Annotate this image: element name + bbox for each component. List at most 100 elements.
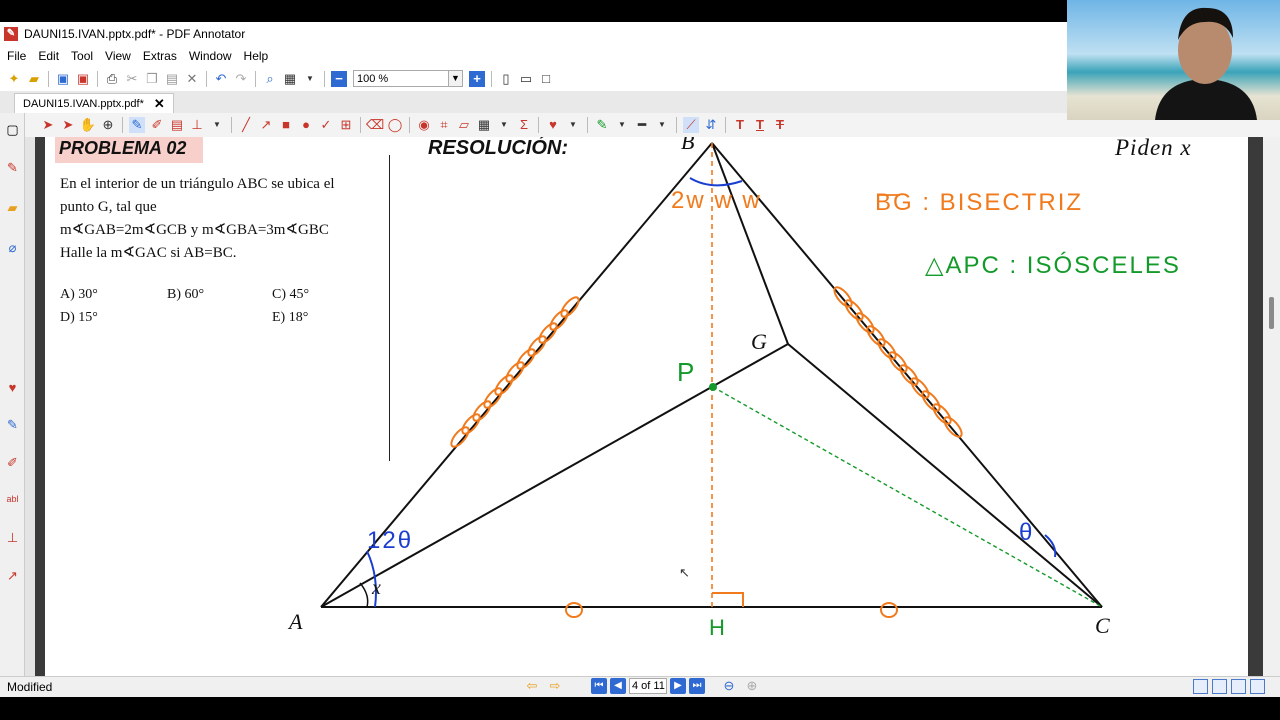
- folder-icon[interactable]: ▰: [4, 199, 21, 216]
- first-page-icon[interactable]: ⏮: [591, 678, 607, 694]
- menu-help[interactable]: Help: [244, 49, 269, 63]
- single-page-view-icon[interactable]: [1193, 679, 1208, 694]
- delete-icon[interactable]: ✕: [184, 71, 200, 87]
- forward-icon[interactable]: ⇨: [547, 678, 563, 694]
- menu-file[interactable]: File: [7, 49, 26, 63]
- pdf-page[interactable]: PROBLEMA 02 En el interior de un triángu…: [45, 137, 1248, 676]
- pen-tool-icon[interactable]: ✎: [129, 117, 145, 133]
- cut-icon[interactable]: ✂: [124, 71, 140, 87]
- redo-icon[interactable]: ↷: [233, 71, 249, 87]
- document-tab[interactable]: DAUNI15.IVAN.pptx.pdf* ✕: [14, 93, 174, 113]
- triangle-figure: [320, 142, 1103, 618]
- page-setup-icon[interactable]: ▦: [282, 71, 298, 87]
- rectangle-tool-icon[interactable]: ■: [278, 117, 294, 133]
- check-tool-icon[interactable]: ✓: [318, 117, 334, 133]
- toolbar-separator: [324, 70, 325, 87]
- two-page-view-icon[interactable]: [1231, 679, 1246, 694]
- select-page-icon[interactable]: ▢: [4, 121, 21, 138]
- text-strike-icon[interactable]: T: [772, 117, 788, 133]
- image-icon[interactable]: ▦: [476, 117, 492, 133]
- print-icon[interactable]: ⎙: [104, 71, 120, 87]
- stamp-icon[interactable]: ⊥: [189, 117, 205, 133]
- page-number-field[interactable]: 4 of 11: [629, 678, 667, 694]
- dropdown-icon[interactable]: ▼: [209, 117, 225, 133]
- scrollbar-thumb[interactable]: [1269, 297, 1274, 329]
- menu-window[interactable]: Window: [189, 49, 232, 63]
- zoom-tool-icon[interactable]: ⊕: [100, 117, 116, 133]
- attachment-icon[interactable]: ⌀: [4, 239, 21, 256]
- copy-icon[interactable]: ❐: [144, 71, 160, 87]
- previous-page-icon[interactable]: ◀: [610, 678, 626, 694]
- lasso-icon[interactable]: ◯: [387, 117, 403, 133]
- line-tool-icon[interactable]: ╱: [238, 117, 254, 133]
- sigma-icon[interactable]: Σ: [516, 117, 532, 133]
- dropdown-icon[interactable]: ▼: [496, 117, 512, 133]
- find-icon[interactable]: ⌕: [262, 71, 278, 87]
- undo-icon[interactable]: ↶: [213, 71, 229, 87]
- text-underline-icon[interactable]: T: [752, 117, 768, 133]
- zoom-select[interactable]: 100 % ▼: [353, 70, 463, 87]
- text-box-icon[interactable]: abl: [4, 491, 21, 508]
- arrow-tool-icon[interactable]: ↗: [258, 117, 274, 133]
- text-insert-icon[interactable]: T: [732, 117, 748, 133]
- stamp-icon[interactable]: ⊥: [4, 529, 21, 546]
- marker-icon[interactable]: ✐: [4, 454, 21, 471]
- page-gutter: [25, 137, 35, 676]
- toolbar-separator: [538, 117, 539, 133]
- close-tab-icon[interactable]: ✕: [154, 96, 165, 112]
- marker-tool-icon[interactable]: ✐: [149, 117, 165, 133]
- favorites-heart-icon[interactable]: ♥: [545, 117, 561, 133]
- dropdown-icon[interactable]: ▼: [565, 117, 581, 133]
- pen-color-icon[interactable]: ✎: [594, 117, 610, 133]
- hand-tool-icon[interactable]: ✋: [80, 117, 96, 133]
- open-icon[interactable]: ▰: [26, 71, 42, 87]
- measure-tool-icon[interactable]: ⊞: [338, 117, 354, 133]
- history-forward-icon[interactable]: ⊕: [744, 678, 760, 694]
- menu-tool[interactable]: Tool: [71, 49, 93, 63]
- pen-icon[interactable]: ✎: [4, 416, 21, 433]
- paste-icon[interactable]: ▤: [164, 71, 180, 87]
- arrow-icon[interactable]: ↗: [4, 567, 21, 584]
- camera-icon[interactable]: ◉: [416, 117, 432, 133]
- last-page-icon[interactable]: ⏭: [689, 678, 705, 694]
- back-icon[interactable]: ⇦: [524, 678, 540, 694]
- save-as-icon[interactable]: ▣: [75, 71, 91, 87]
- grid-view-icon[interactable]: [1250, 679, 1265, 694]
- line-width-icon[interactable]: ━: [634, 117, 650, 133]
- favorites-heart-icon[interactable]: ♥: [4, 379, 21, 396]
- dropdown-icon[interactable]: ▼: [654, 117, 670, 133]
- pdf-page-area[interactable]: PROBLEMA 02 En el interior de un triángu…: [35, 137, 1263, 676]
- angle-label-x: x: [372, 577, 381, 599]
- dropdown-icon[interactable]: ▼: [302, 71, 318, 87]
- new-icon[interactable]: ✦: [6, 71, 22, 87]
- continuous-view-icon[interactable]: [1212, 679, 1227, 694]
- select-text-icon[interactable]: ➤: [60, 117, 76, 133]
- toolbar-separator: [676, 117, 677, 133]
- history-back-icon[interactable]: ⊖: [721, 678, 737, 694]
- chevron-down-icon[interactable]: ▼: [448, 71, 462, 86]
- zoom-in-icon[interactable]: +: [469, 70, 485, 87]
- toolbar-separator: [255, 70, 256, 87]
- menu-view[interactable]: View: [105, 49, 131, 63]
- smooth-stroke-icon[interactable]: ⟋: [683, 117, 699, 133]
- vertical-scrollbar[interactable]: [1263, 137, 1280, 676]
- angle-arc-a-bottom: [359, 582, 369, 608]
- fit-width-icon[interactable]: ▭: [518, 71, 534, 87]
- dropdown-icon[interactable]: ▼: [614, 117, 630, 133]
- pen-icon[interactable]: ✎: [4, 159, 21, 176]
- save-icon[interactable]: ▣: [55, 71, 71, 87]
- menu-edit[interactable]: Edit: [38, 49, 59, 63]
- ruler-icon[interactable]: ▱: [456, 117, 472, 133]
- crop-icon[interactable]: ⌗: [436, 117, 452, 133]
- snap-icon[interactable]: ⇵: [703, 117, 719, 133]
- zoom-out-icon[interactable]: −: [331, 70, 347, 87]
- menu-extras[interactable]: Extras: [143, 49, 177, 63]
- next-page-icon[interactable]: ▶: [670, 678, 686, 694]
- select-arrow-icon[interactable]: ➤: [40, 117, 56, 133]
- ellipse-tool-icon[interactable]: ●: [298, 117, 314, 133]
- segment-bg: [711, 142, 789, 345]
- eraser-icon[interactable]: ⌫: [366, 117, 384, 133]
- fit-page-icon[interactable]: ▯: [498, 71, 514, 87]
- fullscreen-icon[interactable]: □: [538, 71, 554, 87]
- text-box-icon[interactable]: ▤: [169, 117, 185, 133]
